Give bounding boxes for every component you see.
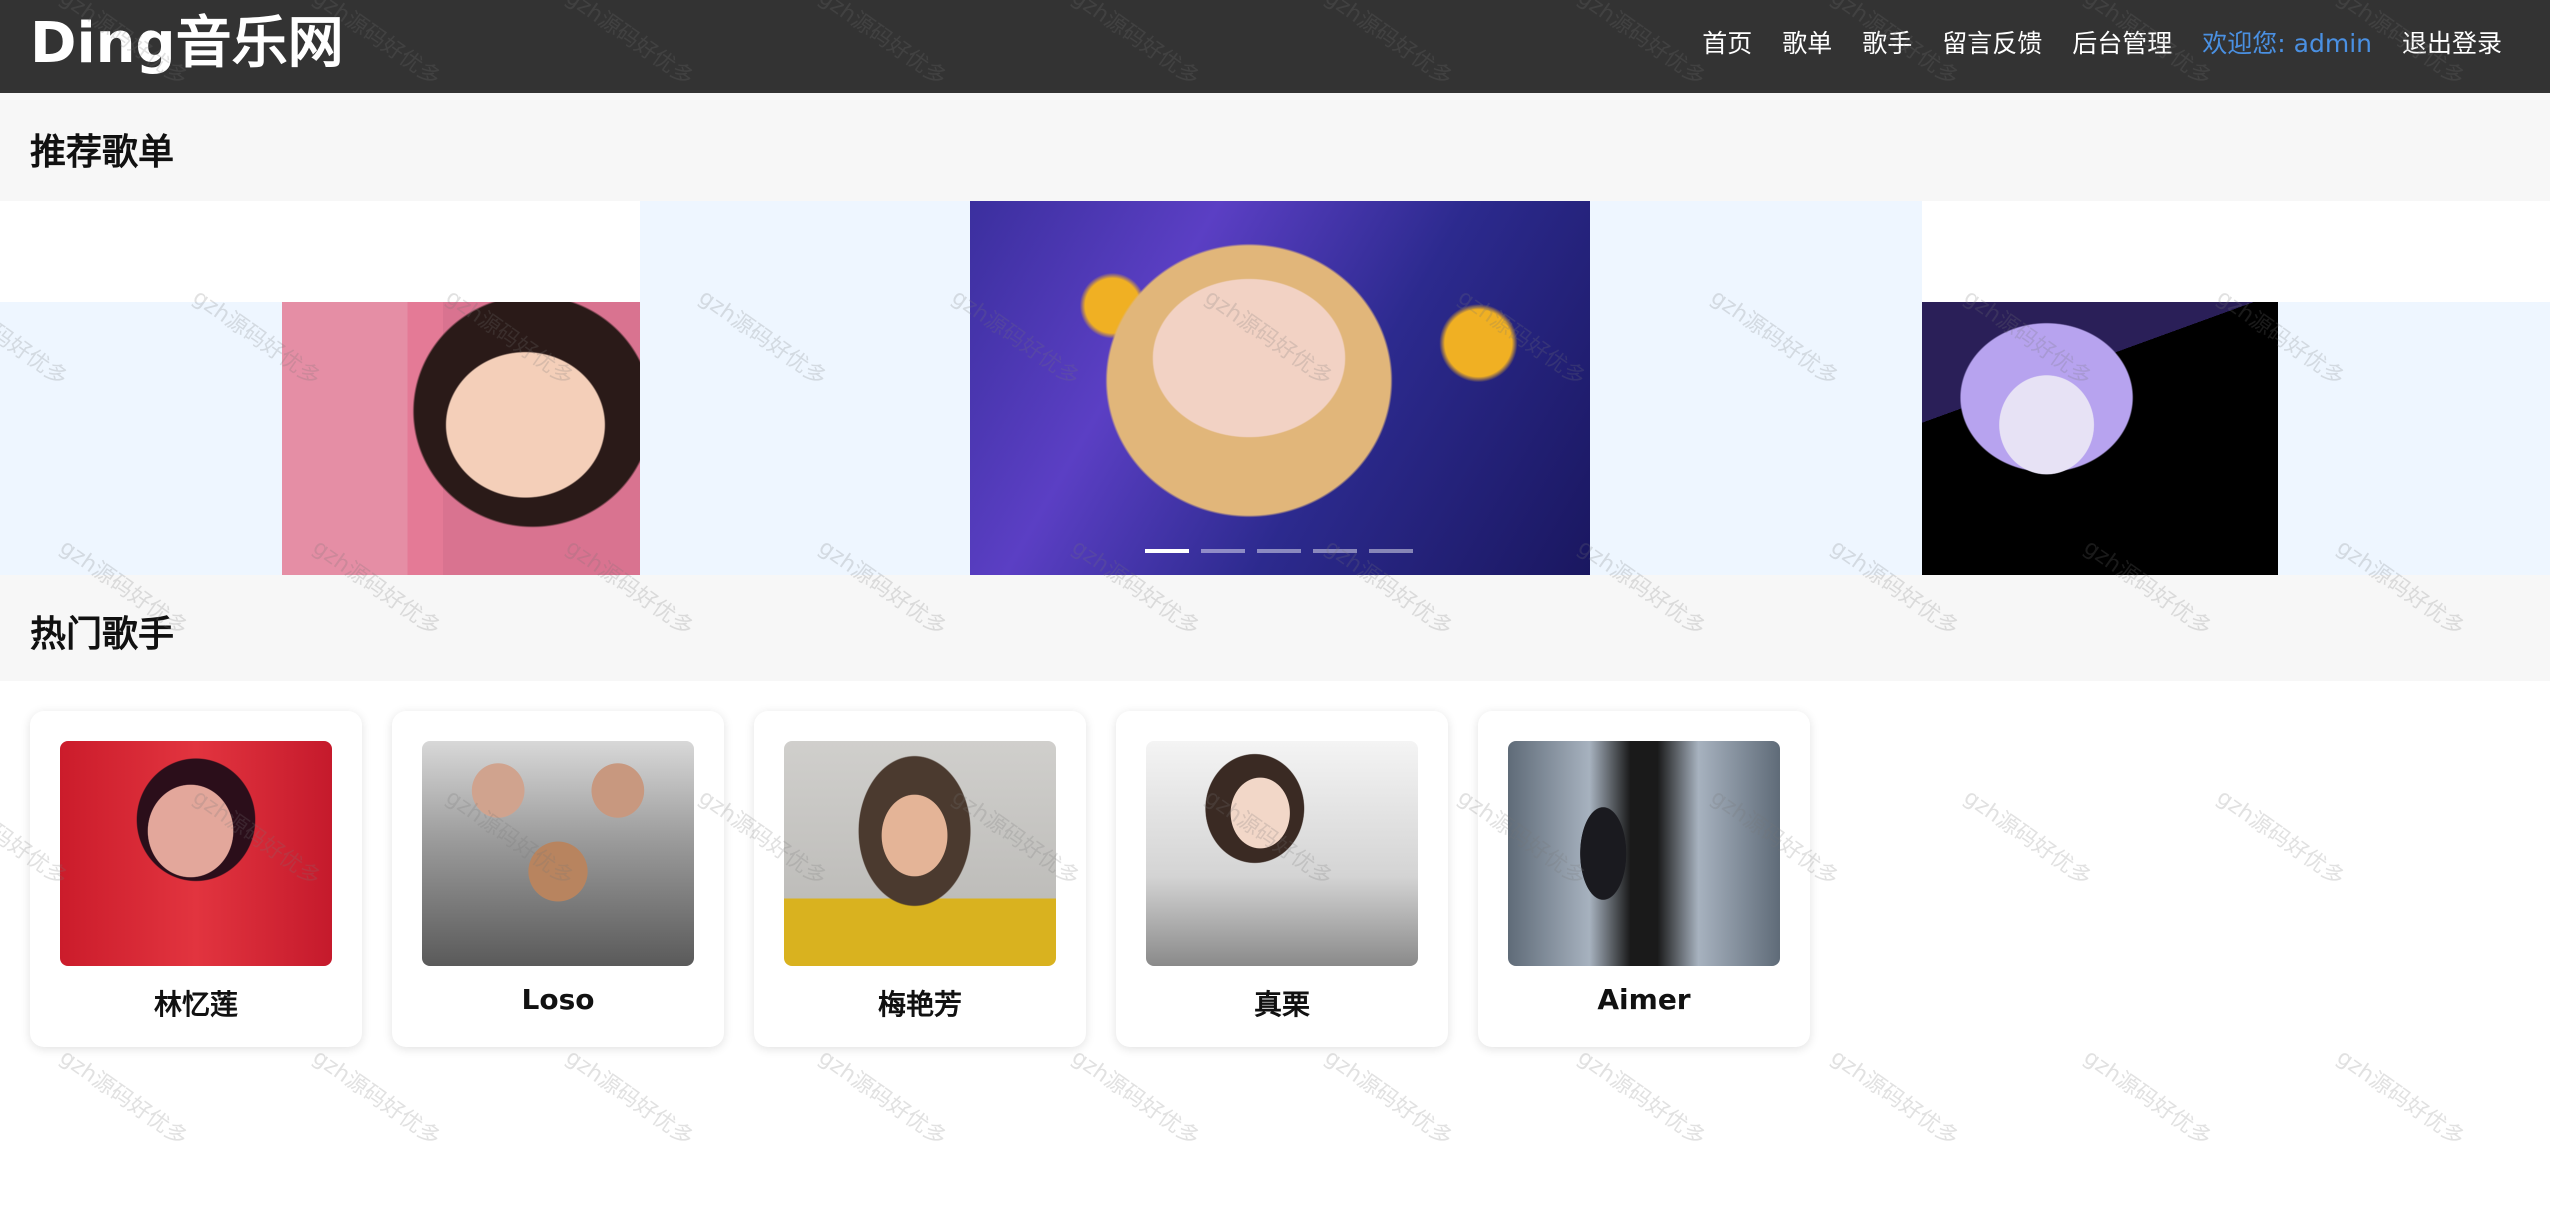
watermark-text: gzh源码好优多 xyxy=(813,1044,951,1152)
singer-card[interactable]: Aimer xyxy=(1478,711,1810,1047)
singer-name: Loso xyxy=(521,983,595,1016)
carousel-indicators xyxy=(1145,549,1413,553)
singer-list: 林忆莲 Loso 梅艳芳 真栗 Aimer xyxy=(30,711,1810,1047)
carousel-slide-prev[interactable] xyxy=(282,302,640,575)
watermark-text: gzh源码好优多 xyxy=(1958,784,2096,892)
singer-card[interactable]: 梅艳芳 xyxy=(754,711,1086,1047)
nav-singers[interactable]: 歌手 xyxy=(1862,26,1912,62)
nav-admin[interactable]: 后台管理 xyxy=(2072,26,2172,62)
carousel-indicator[interactable] xyxy=(1313,549,1357,553)
watermark-text: gzh源码好优多 xyxy=(1825,1044,1963,1152)
top-navbar: Ding音乐网 首页 歌单 歌手 留言反馈 后台管理 欢迎您: admin 退出… xyxy=(0,0,2550,93)
carousel-indicator[interactable] xyxy=(1201,549,1245,553)
carousel-indicator[interactable] xyxy=(1145,549,1189,553)
watermark-text: gzh源码好优多 xyxy=(1572,1044,1710,1152)
watermark-text: gzh源码好优多 xyxy=(1319,1044,1457,1152)
singer-name: 梅艳芳 xyxy=(877,988,962,1021)
watermark-text: gzh源码好优多 xyxy=(2211,784,2349,892)
singer-name: Aimer xyxy=(1597,983,1691,1016)
carousel-indicator[interactable] xyxy=(1369,549,1413,553)
singer-photo xyxy=(422,741,694,966)
singer-photo xyxy=(1146,741,1418,966)
singer-name: 林忆莲 xyxy=(153,988,238,1021)
playlist-cover-image xyxy=(1922,302,2278,575)
site-brand[interactable]: Ding音乐网 xyxy=(30,12,344,76)
recommend-title: 推荐歌单 xyxy=(30,132,175,173)
watermark-text: gzh源码好优多 xyxy=(2078,1044,2216,1152)
playlist-carousel xyxy=(0,201,2550,575)
watermark-text: gzh源码好优多 xyxy=(560,1044,698,1152)
playlist-cover-image xyxy=(970,201,1590,575)
welcome-user[interactable]: 欢迎您: admin xyxy=(2202,26,2372,62)
singer-card[interactable]: 林忆莲 xyxy=(30,711,362,1047)
carousel-slide-next[interactable] xyxy=(1922,302,2278,575)
playlist-cover-image xyxy=(282,302,640,575)
singer-photo xyxy=(1508,741,1780,966)
singer-photo xyxy=(784,741,1056,966)
watermark-text: gzh源码好优多 xyxy=(2331,1044,2469,1152)
singer-photo xyxy=(60,741,332,966)
watermark-text: gzh源码好优多 xyxy=(54,1044,192,1152)
carousel-slide-active[interactable] xyxy=(970,201,1590,575)
recommend-section-header: 推荐歌单 xyxy=(0,93,2550,201)
nav-feedback[interactable]: 留言反馈 xyxy=(1942,26,2042,62)
hot-singers-section-header: 热门歌手 xyxy=(0,575,2550,681)
logout-link[interactable]: 退出登录 xyxy=(2402,26,2502,62)
carousel-indicator[interactable] xyxy=(1257,549,1301,553)
watermark-text: gzh源码好优多 xyxy=(1066,1044,1204,1152)
nav-home[interactable]: 首页 xyxy=(1702,26,1752,62)
singer-card[interactable]: Loso xyxy=(392,711,724,1047)
singer-name: 真栗 xyxy=(1253,988,1310,1021)
singer-card[interactable]: 真栗 xyxy=(1116,711,1448,1047)
nav-playlists[interactable]: 歌单 xyxy=(1782,26,1832,62)
watermark-text: gzh源码好优多 xyxy=(307,1044,445,1152)
hot-singers-title: 热门歌手 xyxy=(30,614,175,655)
main-nav: 首页 歌单 歌手 留言反馈 后台管理 欢迎您: admin 退出登录 xyxy=(1702,26,2502,62)
